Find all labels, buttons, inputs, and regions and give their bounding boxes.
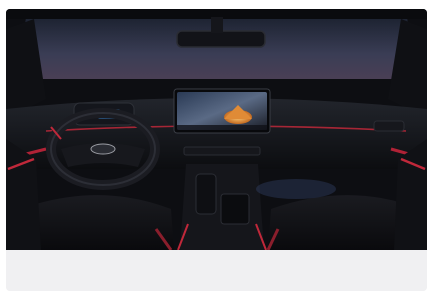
image-card xyxy=(6,9,427,291)
car-interior-photo xyxy=(6,9,427,250)
caption-area xyxy=(6,250,427,291)
